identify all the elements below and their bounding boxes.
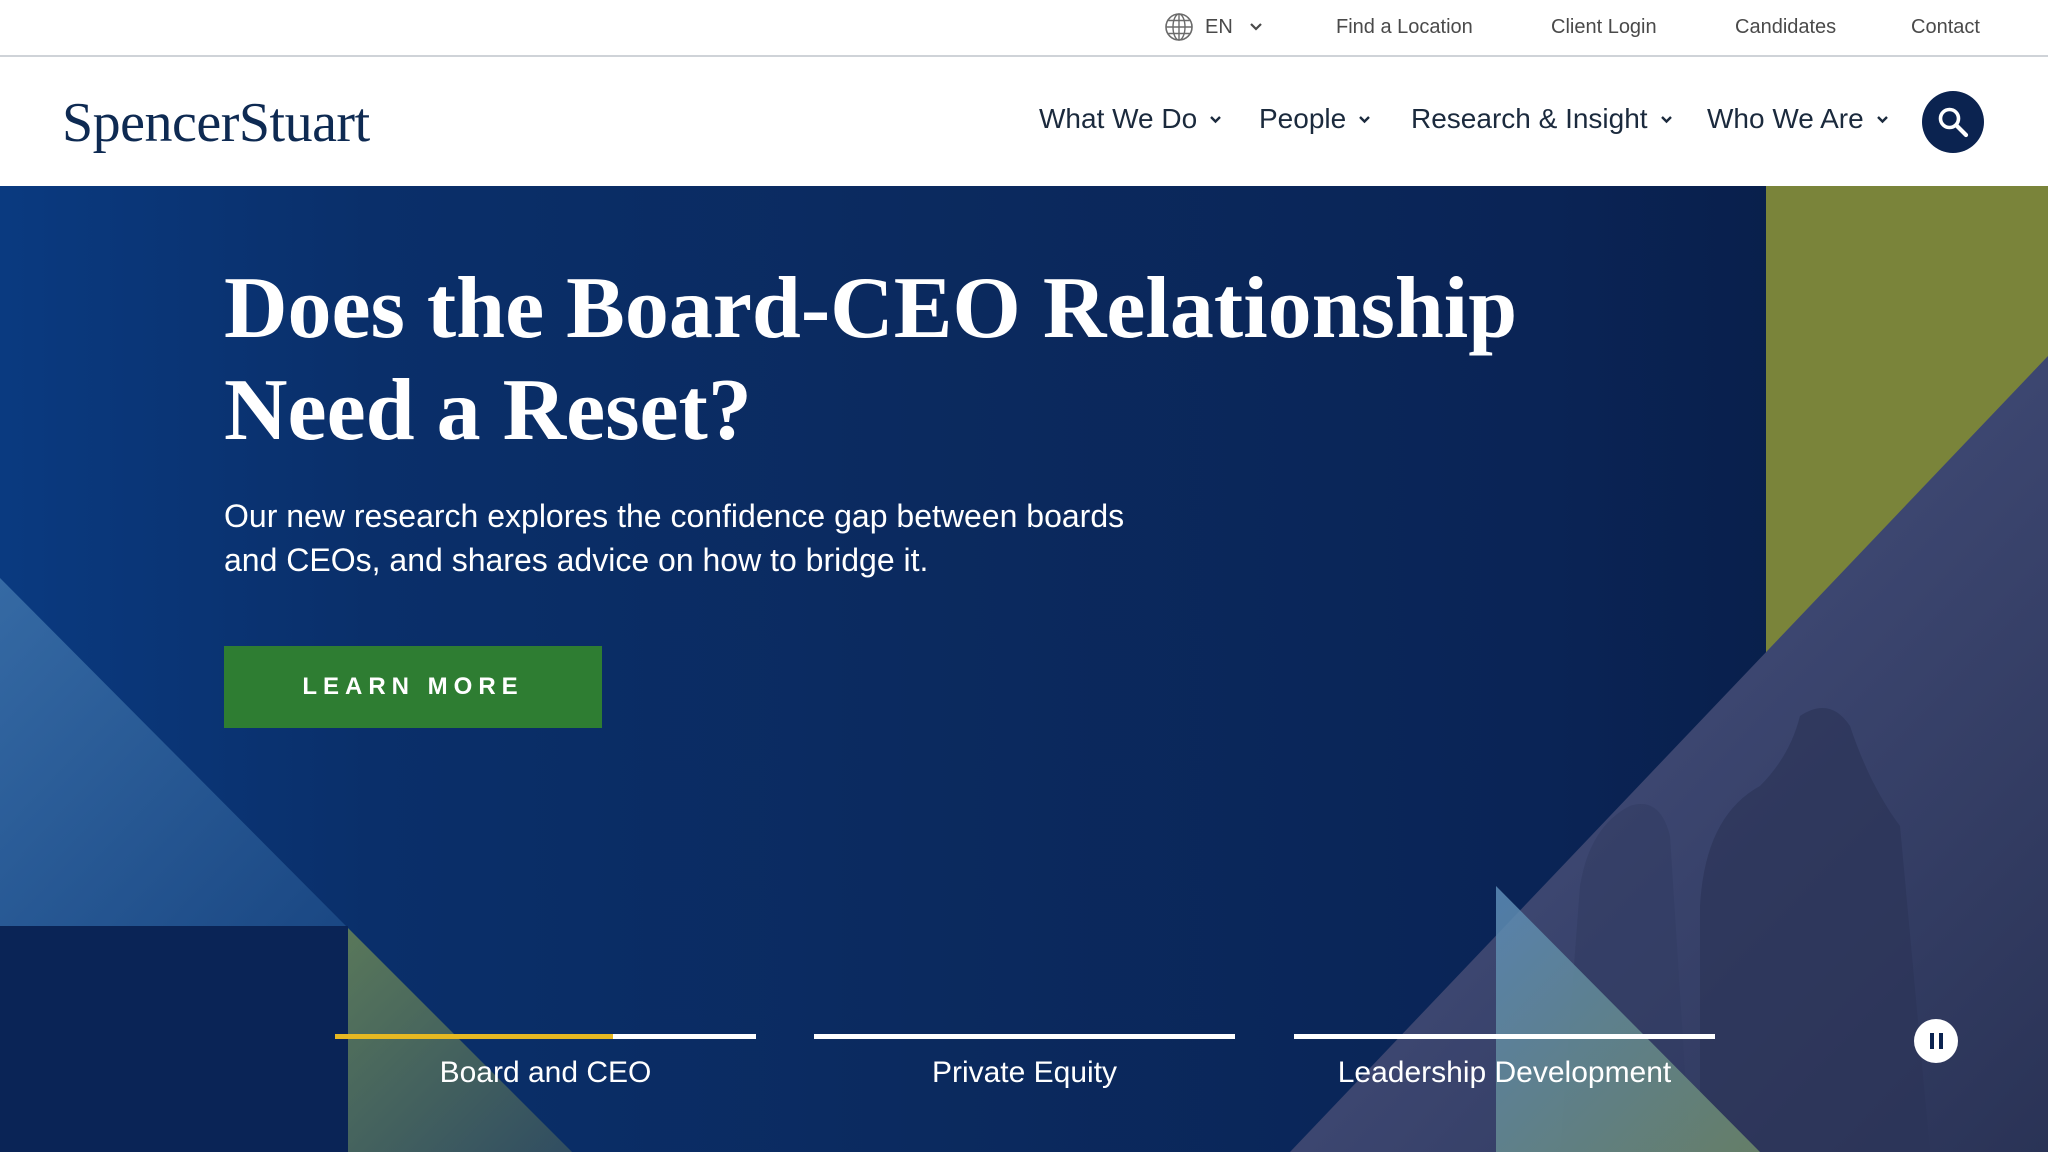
tab-label: Leadership Development bbox=[1337, 1056, 1672, 1089]
nav-people[interactable]: People bbox=[1259, 101, 1371, 137]
globe-icon bbox=[1165, 13, 1193, 41]
hero-shape-lower-left-block bbox=[0, 926, 348, 1152]
carousel-pause-button[interactable] bbox=[1914, 1019, 1958, 1063]
tab-label: Private Equity bbox=[931, 1056, 1118, 1089]
carousel-tab-leadership-development[interactable]: Leadership Development bbox=[1294, 1034, 1715, 1114]
chevron-down-icon bbox=[1876, 115, 1888, 123]
contact-link[interactable]: Contact bbox=[1911, 14, 1980, 40]
client-login-link[interactable]: Client Login bbox=[1551, 14, 1657, 40]
nav-label: Research & Insight bbox=[1411, 103, 1648, 134]
hero-title-line: Need a Reset? bbox=[224, 362, 752, 459]
nav-research-insight[interactable]: Research & Insight bbox=[1411, 101, 1673, 137]
carousel-tab-private-equity[interactable]: Private Equity bbox=[814, 1034, 1235, 1114]
language-label: EN bbox=[1205, 15, 1233, 38]
utility-bar: EN Find a Location Client Login Candidat… bbox=[0, 0, 2048, 57]
pause-icon bbox=[1927, 1033, 1945, 1049]
tab-track bbox=[1294, 1034, 1715, 1039]
carousel-tab-board-ceo[interactable]: Board and CEO bbox=[335, 1034, 756, 1114]
nav-label: Who We Are bbox=[1707, 103, 1864, 134]
main-header: SpencerStuart What We Do People Research… bbox=[0, 57, 2048, 186]
nav-what-we-do[interactable]: What We Do bbox=[1039, 101, 1222, 137]
hero-shape-left-triangle bbox=[0, 578, 346, 926]
nav-label: What We Do bbox=[1039, 103, 1198, 134]
hero-subtitle-line: and CEOs, and shares advice on how to br… bbox=[224, 542, 929, 578]
tab-progress bbox=[335, 1034, 613, 1039]
chevron-down-icon bbox=[1250, 23, 1262, 31]
search-button[interactable] bbox=[1922, 91, 1984, 153]
chevron-down-icon bbox=[1359, 115, 1371, 123]
chevron-down-icon bbox=[1210, 115, 1222, 123]
find-location-link[interactable]: Find a Location bbox=[1336, 14, 1473, 40]
tab-label: Board and CEO bbox=[439, 1056, 652, 1089]
nav-who-we-are[interactable]: Who We Are bbox=[1707, 101, 1889, 137]
nav-label: People bbox=[1259, 103, 1347, 134]
hero-title: Does the Board-CEO Relationship Need a R… bbox=[224, 258, 1624, 462]
tab-track bbox=[814, 1034, 1235, 1039]
hero-banner: Does the Board-CEO Relationship Need a R… bbox=[0, 186, 2048, 1152]
chevron-down-icon bbox=[1660, 115, 1672, 123]
search-icon bbox=[1938, 107, 1969, 138]
hero-subtitle-line: Our new research explores the confidence… bbox=[224, 498, 1125, 534]
spencer-stuart-logo[interactable]: SpencerStuart bbox=[62, 91, 370, 155]
hero-title-line: Does the Board-CEO Relationship bbox=[224, 260, 1518, 357]
candidates-link[interactable]: Candidates bbox=[1735, 14, 1836, 40]
language-selector[interactable]: EN bbox=[1164, 11, 1263, 43]
learn-more-button[interactable]: LEARN MORE bbox=[224, 646, 602, 728]
hero-subtitle: Our new research explores the confidence… bbox=[224, 494, 1184, 582]
